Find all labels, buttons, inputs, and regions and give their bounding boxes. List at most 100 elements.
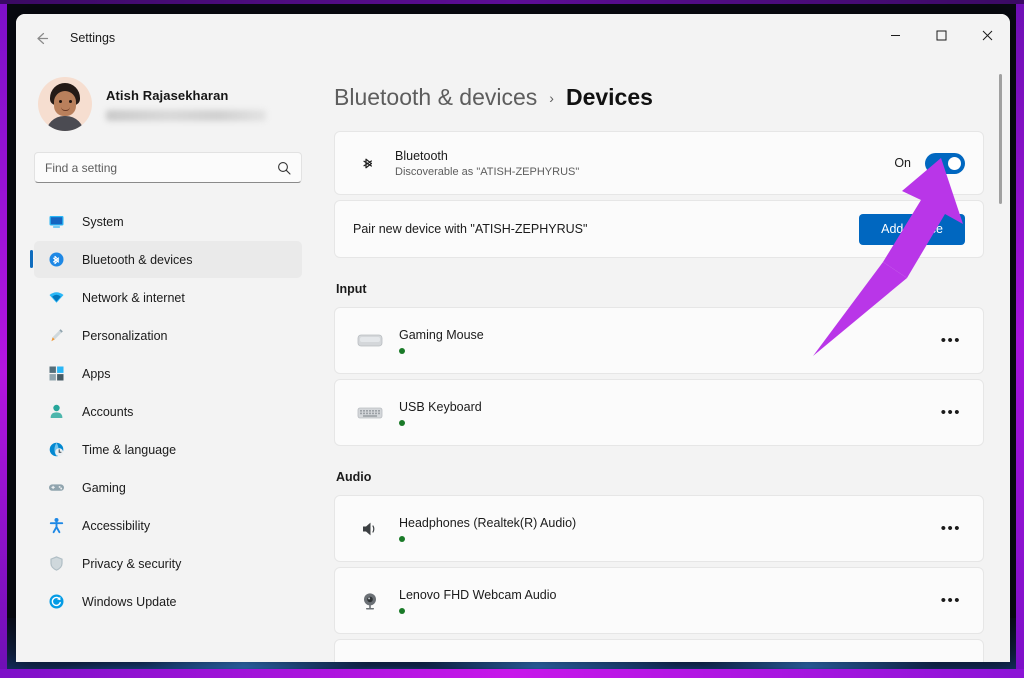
bluetooth-icon bbox=[46, 250, 66, 270]
gamepad-icon bbox=[46, 478, 66, 498]
account-text: Atish Rajasekharan bbox=[106, 88, 266, 121]
account-name: Atish Rajasekharan bbox=[106, 87, 229, 103]
screen-edge-top bbox=[0, 0, 1024, 4]
add-device-button[interactable]: Add device bbox=[859, 213, 965, 245]
scrollbar-thumb[interactable] bbox=[999, 74, 1002, 204]
window-body: Atish Rajasekharan Find a setting System… bbox=[16, 62, 1010, 662]
sidebar-item-personalization[interactable]: Personalization bbox=[34, 317, 302, 354]
sidebar-item-label: Apps bbox=[82, 366, 111, 381]
sidebar-item-network-internet[interactable]: Network & internet bbox=[34, 279, 302, 316]
device-row-headphones[interactable]: Headphones (Realtek(R) Audio) ••• bbox=[334, 495, 984, 562]
search-box[interactable] bbox=[34, 152, 302, 183]
sidebar-item-label: Accounts bbox=[82, 404, 134, 419]
device-name: Headphones (Realtek(R) Audio) bbox=[399, 515, 577, 530]
device-row-gaming-mouse[interactable]: Gaming Mouse ••• bbox=[334, 307, 984, 374]
status-dot-connected bbox=[399, 535, 405, 542]
close-icon[interactable] bbox=[964, 14, 1010, 56]
back-arrow-icon[interactable] bbox=[24, 23, 58, 53]
sidebar: Atish Rajasekharan Find a setting System… bbox=[16, 62, 316, 662]
bluetooth-toggle[interactable] bbox=[925, 152, 965, 174]
section-heading-input: Input bbox=[336, 282, 367, 296]
device-menu-button[interactable]: ••• bbox=[941, 404, 965, 421]
device-row-webcam-audio[interactable]: Lenovo FHD Webcam Audio ••• bbox=[334, 567, 984, 634]
sidebar-item-label: Gaming bbox=[82, 480, 126, 495]
breadcrumb-parent[interactable]: Bluetooth & devices bbox=[334, 84, 537, 111]
minimize-icon[interactable] bbox=[872, 14, 918, 56]
bluetooth-text: Bluetooth Discoverable as "ATISH-ZEPHYRU… bbox=[395, 149, 894, 178]
account-header[interactable]: Atish Rajasekharan bbox=[28, 62, 304, 140]
speaker-icon bbox=[353, 519, 387, 539]
sidebar-item-time-language[interactable]: Time & language bbox=[34, 431, 302, 468]
status-dot-connected bbox=[399, 607, 405, 614]
pair-device-card: Pair new device with "ATISH-ZEPHYRUS" Ad… bbox=[334, 200, 984, 258]
page-title: Devices bbox=[565, 84, 653, 110]
accessibility-icon bbox=[46, 516, 66, 536]
content-area: Bluetooth & devices › Devices Bluetooth … bbox=[316, 62, 1010, 662]
title-bar: Settings bbox=[16, 14, 1010, 62]
window-controls bbox=[872, 14, 1010, 56]
device-menu-button[interactable]: ••• bbox=[941, 520, 965, 537]
paintbrush-icon bbox=[46, 326, 66, 346]
app-title: Settings bbox=[70, 31, 116, 45]
sidebar-item-label: Privacy & security bbox=[82, 556, 182, 571]
sidebar-item-apps[interactable]: Apps bbox=[34, 355, 302, 392]
status-dot-connected bbox=[399, 347, 405, 354]
settings-window: Settings Atish Rajasekharan Find a setti… bbox=[16, 14, 1010, 662]
bluetooth-icon bbox=[353, 154, 383, 173]
sidebar-item-bluetooth-devices[interactable]: Bluetooth & devices bbox=[30, 241, 302, 278]
sidebar-item-windows-update[interactable]: Windows Update bbox=[34, 583, 302, 620]
search-icon bbox=[277, 161, 301, 175]
apps-grid-icon bbox=[46, 364, 66, 384]
device-menu-button[interactable]: ••• bbox=[941, 332, 965, 349]
bluetooth-toggle-group: On bbox=[894, 152, 965, 174]
bluetooth-card: Bluetooth Discoverable as "ATISH-ZEPHYRU… bbox=[334, 131, 984, 195]
section-heading-audio: Audio bbox=[336, 470, 372, 484]
device-row-usb-keyboard[interactable]: USB Keyboard ••• bbox=[334, 379, 984, 446]
sidebar-item-gaming[interactable]: Gaming bbox=[34, 469, 302, 506]
device-name: Gaming Mouse bbox=[399, 327, 484, 342]
device-name: Lenovo FHD Webcam Audio bbox=[399, 587, 557, 602]
pair-device-text: Pair new device with "ATISH-ZEPHYRUS" bbox=[353, 222, 588, 236]
sidebar-item-label: Time & language bbox=[82, 442, 177, 457]
bluetooth-toggle-label: On bbox=[894, 156, 911, 170]
sidebar-item-accounts[interactable]: Accounts bbox=[34, 393, 302, 430]
screen-edge-bottom bbox=[0, 669, 1024, 678]
keyboard-icon bbox=[353, 404, 387, 422]
device-menu-button[interactable]: ••• bbox=[941, 592, 965, 609]
sidebar-item-label: Personalization bbox=[82, 328, 168, 343]
sidebar-item-label: Windows Update bbox=[82, 594, 177, 609]
sidebar-item-system[interactable]: System bbox=[34, 203, 302, 240]
person-icon bbox=[46, 402, 66, 422]
sidebar-item-privacy-security[interactable]: Privacy & security bbox=[34, 545, 302, 582]
search-input[interactable] bbox=[35, 160, 277, 175]
update-icon bbox=[46, 592, 66, 612]
device-text: Lenovo FHD Webcam Audio bbox=[399, 588, 941, 614]
maximize-icon[interactable] bbox=[918, 14, 964, 56]
screen-edge-left bbox=[0, 0, 7, 678]
sidebar-item-label: System bbox=[82, 214, 124, 229]
sidebar-item-accessibility[interactable]: Accessibility bbox=[34, 507, 302, 544]
bluetooth-title: Bluetooth bbox=[395, 148, 448, 163]
wifi-icon bbox=[46, 288, 66, 308]
monitor-icon bbox=[46, 212, 66, 232]
shield-icon bbox=[46, 554, 66, 574]
sidebar-item-label: Network & internet bbox=[82, 290, 185, 305]
sidebar-item-label: Accessibility bbox=[82, 518, 151, 533]
sidebar-nav: System Bluetooth & devices Network & int… bbox=[28, 203, 304, 620]
breadcrumb: Bluetooth & devices › Devices bbox=[334, 62, 984, 131]
account-email-redacted bbox=[106, 109, 266, 121]
webcam-icon bbox=[353, 591, 387, 611]
mouse-icon bbox=[353, 332, 387, 350]
globe-clock-icon bbox=[46, 440, 66, 460]
status-dot-connected bbox=[399, 419, 405, 426]
screen-edge-right bbox=[1016, 0, 1024, 678]
device-text: USB Keyboard bbox=[399, 400, 941, 426]
chevron-right-icon: › bbox=[549, 89, 554, 106]
device-text: Gaming Mouse bbox=[399, 328, 941, 354]
avatar bbox=[38, 77, 92, 131]
device-text: Headphones (Realtek(R) Audio) bbox=[399, 516, 941, 542]
device-row-lg-ultrawide[interactable]: LG ULTRAWIDE(HDMI) ••• bbox=[334, 639, 984, 662]
device-name: USB Keyboard bbox=[399, 399, 482, 414]
content-scrollbar[interactable] bbox=[999, 74, 1002, 594]
sidebar-item-label: Bluetooth & devices bbox=[82, 252, 193, 267]
